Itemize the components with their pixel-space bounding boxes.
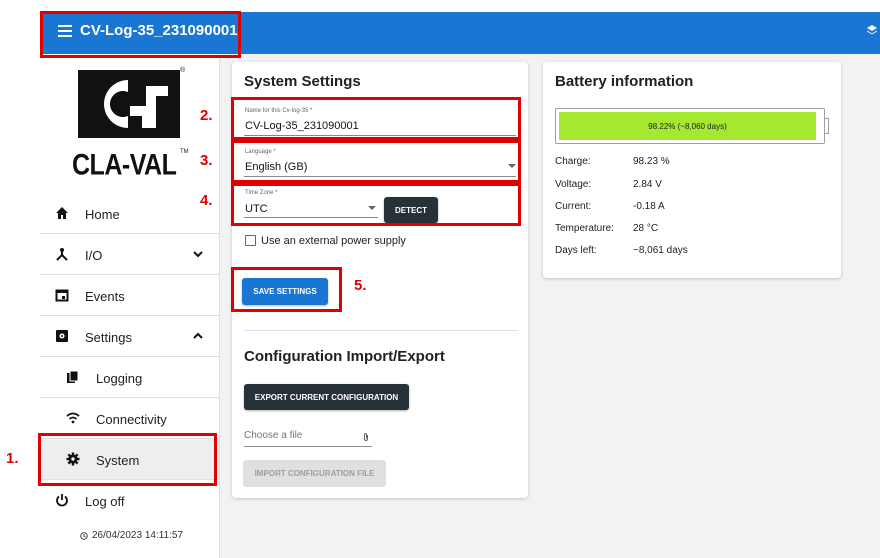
system-settings-title: System Settings — [244, 73, 361, 90]
trademark-mark: TM — [180, 149, 189, 155]
battery-gauge: 98.22% (~8,060 days) — [555, 108, 825, 144]
paperclip-icon[interactable] — [362, 432, 370, 442]
sidebar-item-home[interactable]: Home — [40, 193, 219, 234]
sidebar-item-label: Home — [85, 207, 120, 222]
sidebar-item-log-off[interactable]: Log off — [40, 480, 219, 521]
annotation-box-language — [231, 140, 521, 183]
battery-row-key: Temperature: — [555, 223, 614, 234]
wifi-icon — [66, 412, 80, 424]
battery-title: Battery information — [555, 73, 694, 90]
battery-row-value: 2.84 V — [633, 179, 662, 190]
file-input-underline — [244, 446, 372, 447]
chevron-up-icon — [193, 332, 203, 339]
chevron-down-icon — [193, 251, 203, 258]
battery-row-key: Charge: — [555, 156, 591, 167]
annotation-step-2: 2. — [200, 107, 213, 124]
battery-row-value: 28 °C — [633, 223, 659, 234]
sidebar-item-logging[interactable]: Logging — [40, 357, 219, 398]
home-icon — [56, 207, 68, 219]
power-icon — [56, 494, 68, 507]
section-divider — [244, 330, 518, 331]
registered-mark: ® — [180, 67, 186, 74]
datetime-text: 26/04/2023 14:11:57 — [92, 530, 184, 541]
sidebar-item-label: Events — [85, 289, 125, 304]
annotation-box-save — [231, 267, 342, 312]
annotation-box-name — [231, 97, 521, 140]
sidebar-item-label: Settings — [85, 330, 132, 345]
calendar-icon — [55, 289, 69, 302]
logo-wordmark: CLA-VAL — [72, 148, 177, 182]
sidebar-item-label: Logging — [96, 371, 143, 386]
annotation-step-5: 5. — [354, 277, 367, 294]
battery-row-value: ~8,061 days — [633, 245, 688, 256]
sidebar-item-label: Log off — [85, 494, 125, 509]
sidebar-item-io[interactable]: I/O — [40, 234, 219, 275]
external-power-checkbox[interactable] — [245, 235, 256, 246]
export-configuration-button[interactable]: EXPORT CURRENT CONFIGURATION — [244, 384, 409, 410]
file-input[interactable]: Choose a file — [244, 430, 302, 441]
sidebar-item-label: I/O — [85, 248, 103, 263]
layers-icon[interactable] — [866, 24, 878, 36]
annotation-box-timezone — [231, 183, 521, 226]
battery-row-value: -0.18 A — [633, 201, 665, 212]
annotation-box-system — [38, 433, 217, 486]
file-copy-icon — [67, 370, 79, 383]
sidebar-item-settings[interactable]: Settings — [40, 316, 219, 357]
fork-icon — [56, 248, 68, 261]
battery-row-key: Current: — [555, 201, 592, 212]
current-datetime: 26/04/2023 14:11:57 — [80, 530, 183, 541]
battery-row-value: 98.23 % — [633, 156, 670, 167]
battery-level-fill: 98.22% (~8,060 days) — [559, 112, 816, 140]
import-configuration-button[interactable]: IMPORT CONFIGURATION FILE — [243, 460, 386, 487]
battery-level-label: 98.22% (~8,060 days) — [648, 121, 727, 131]
annotation-step-4: 4. — [200, 192, 213, 209]
sidebar-item-events[interactable]: Events — [40, 275, 219, 316]
config-title: Configuration Import/Export — [244, 348, 445, 365]
settings-box-icon — [56, 330, 68, 342]
clock-icon — [80, 531, 88, 540]
annotation-step-3: 3. — [200, 152, 213, 169]
sidebar-item-label: Connectivity — [96, 412, 167, 427]
annotation-step-1: 1. — [6, 450, 19, 467]
annotation-box-title — [40, 11, 241, 58]
battery-row-key: Days left: — [555, 245, 597, 256]
battery-terminal — [825, 118, 829, 134]
battery-row-key: Voltage: — [555, 179, 592, 190]
external-power-label: Use an external power supply — [261, 235, 406, 247]
